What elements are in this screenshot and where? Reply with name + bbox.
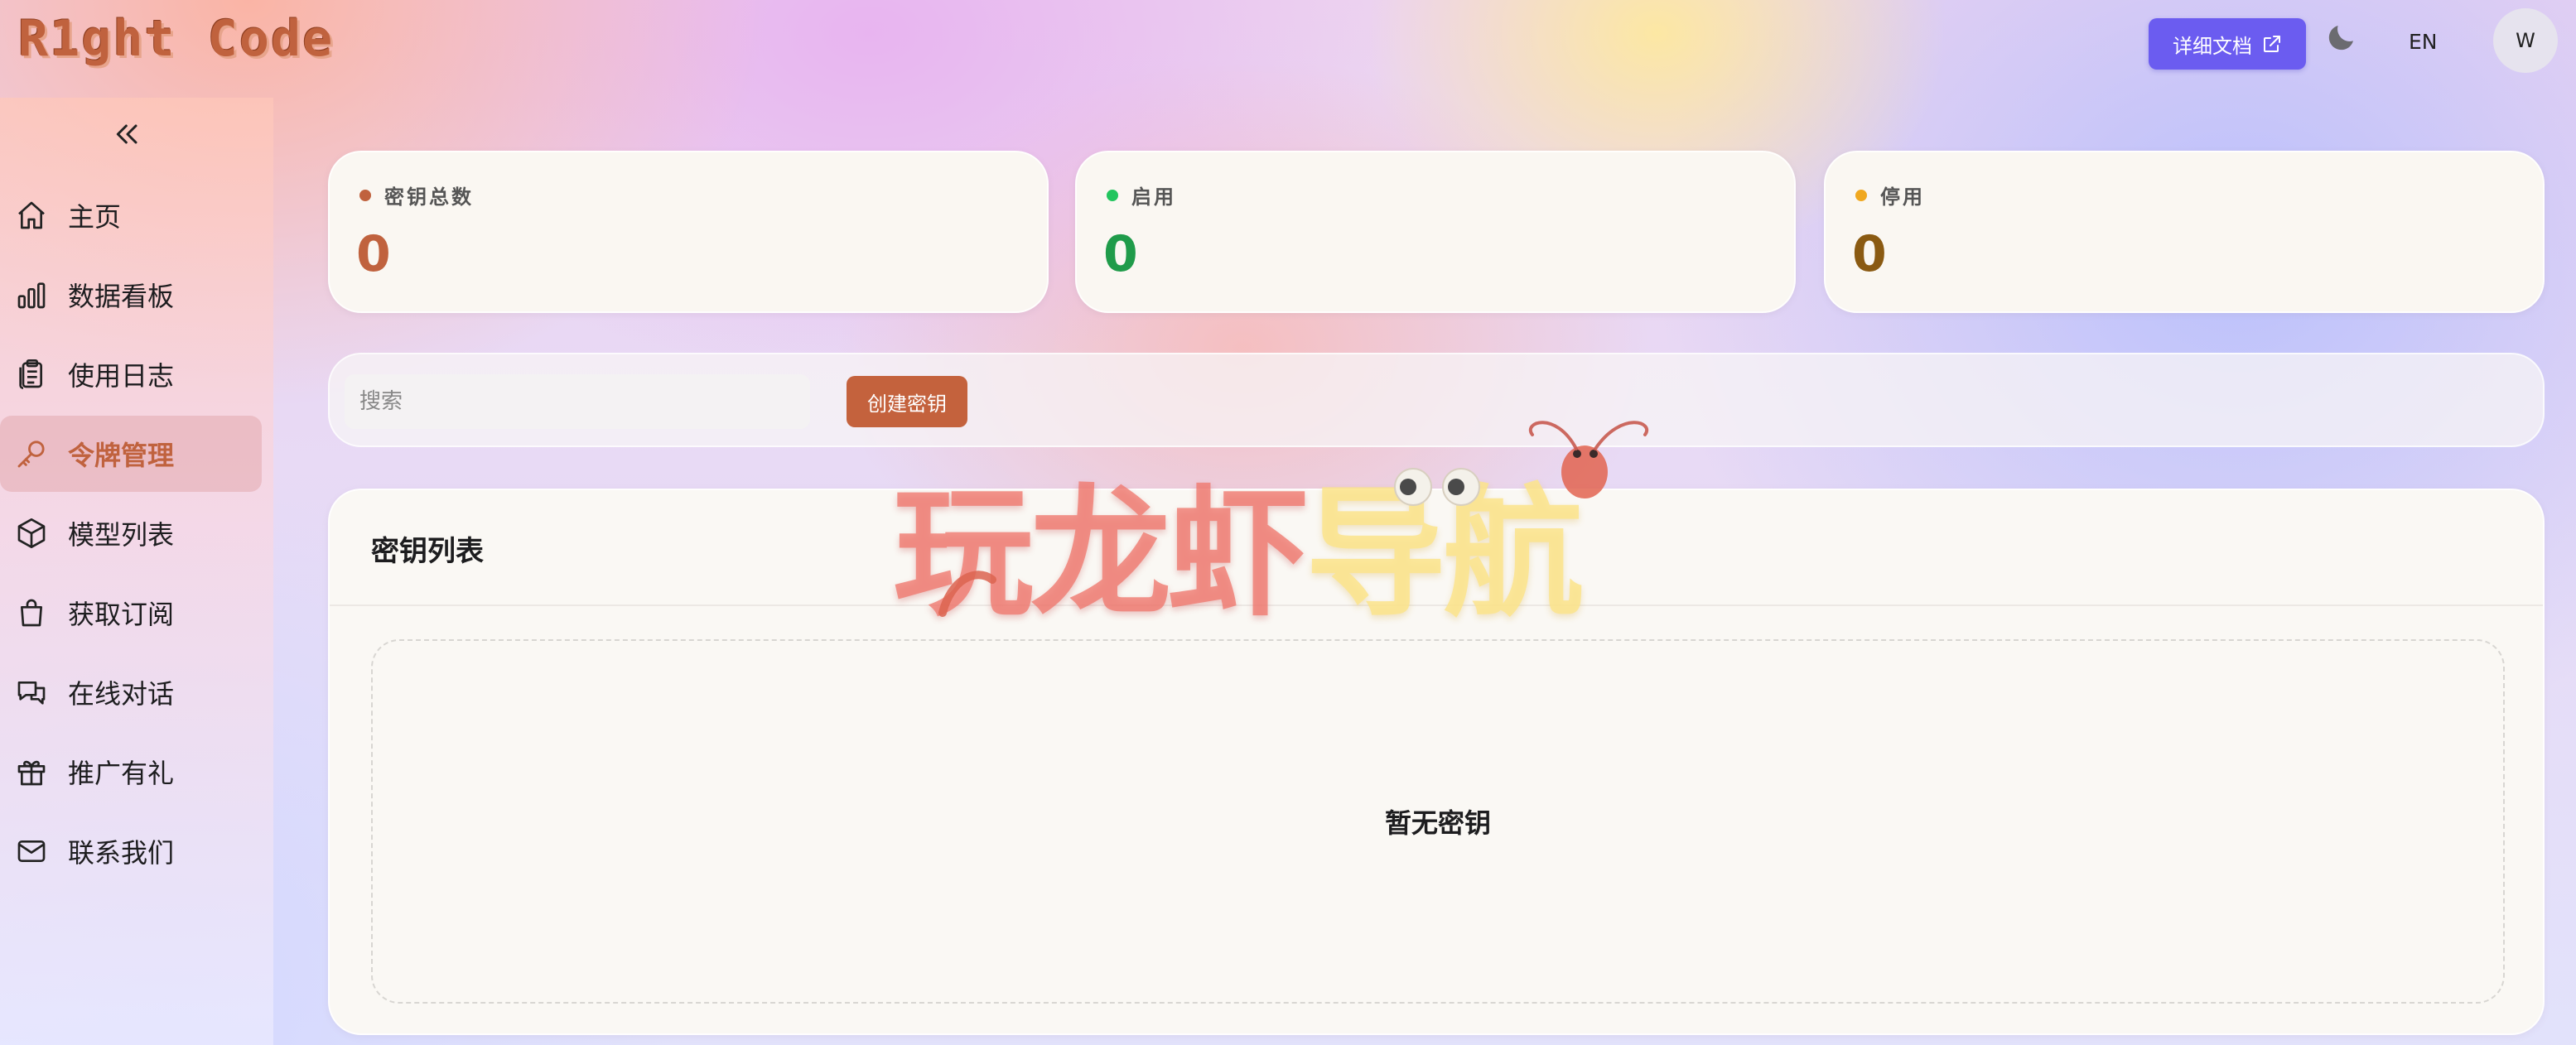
sidebar-item-subscription[interactable]: 获取订阅 [0,575,262,651]
sidebar-item-label: 推广有礼 [68,758,175,789]
status-dot [1855,189,1867,201]
language-switch[interactable]: EN [2409,30,2438,54]
stat-label: 启用 [1131,185,1176,209]
sidebar-item-home[interactable]: 主页 [0,177,262,253]
stat-value: 0 [356,225,391,283]
cube-icon [17,518,46,548]
stat-label-row: 启用 [1107,181,1176,209]
sidebar-item-usage-logs[interactable]: 使用日志 [0,336,262,412]
stat-card-enabled: 启用 0 [1075,151,1796,313]
sidebar-item-label: 令牌管理 [68,440,175,471]
sidebar-item-model-list[interactable]: 模型列表 [0,495,262,571]
mail-icon [17,840,46,862]
stat-label: 密钥总数 [384,185,474,209]
sidebar-item-referral[interactable]: 推广有礼 [0,734,262,810]
shopping-bag-icon [21,599,43,627]
sidebar-item-label: 联系我们 [68,837,175,869]
stat-card-total: 密钥总数 0 [328,151,1049,313]
sidebar-item-label: 在线对话 [68,678,175,710]
stat-label: 停用 [1880,185,1925,209]
bar-chart-icon [17,282,46,309]
clipboard-icon [19,359,42,389]
double-chevron-left-icon[interactable] [111,118,144,151]
stat-card-disabled: 停用 0 [1824,151,2545,313]
sidebar-item-contact[interactable]: 联系我们 [0,813,262,889]
watermark-logo: 玩龙虾导航 [893,414,1688,636]
sidebar-item-label: 获取订阅 [68,599,175,630]
stat-label-row: 停用 [1855,181,1925,209]
stat-label-row: 密钥总数 [359,181,474,209]
moon-icon[interactable] [2324,20,2359,55]
home-icon [18,201,45,229]
app-logo[interactable]: R1ght Code [18,10,334,68]
external-link-icon [2264,36,2280,52]
sidebar-item-label: 主页 [68,201,122,233]
docs-button[interactable]: 详细文档 [2149,18,2306,70]
sidebar: 主页 数据看板 使用日志 令牌管理 模型列表 获取订阅 在线对话 推广有礼 联系… [0,98,273,1045]
chat-icon [17,681,46,705]
sidebar-item-dashboard[interactable]: 数据看板 [0,257,262,333]
status-dot [359,189,371,201]
key-icon [17,441,45,468]
empty-state-text: 暂无密钥 [1384,807,1491,839]
top-header: R1ght Code 详细文档 EN W [0,0,2576,98]
shrimp-mascot-icon [938,421,1649,617]
gift-icon [17,760,46,786]
status-dot [1107,189,1118,201]
sidebar-item-label: 模型列表 [68,519,175,551]
docs-button-label: 详细文档 [2173,34,2252,58]
key-list-title: 密钥列表 [371,535,484,568]
empty-state: 暂无密钥 [371,639,2505,1004]
search-input[interactable] [345,374,810,429]
stat-value: 0 [1852,225,1887,283]
sidebar-item-token-management[interactable]: 令牌管理 [0,416,262,492]
avatar[interactable]: W [2493,8,2558,73]
sidebar-item-label: 数据看板 [68,281,175,312]
sidebar-item-label: 使用日志 [68,360,175,392]
stat-value: 0 [1103,225,1138,283]
sidebar-item-online-chat[interactable]: 在线对话 [0,654,262,730]
